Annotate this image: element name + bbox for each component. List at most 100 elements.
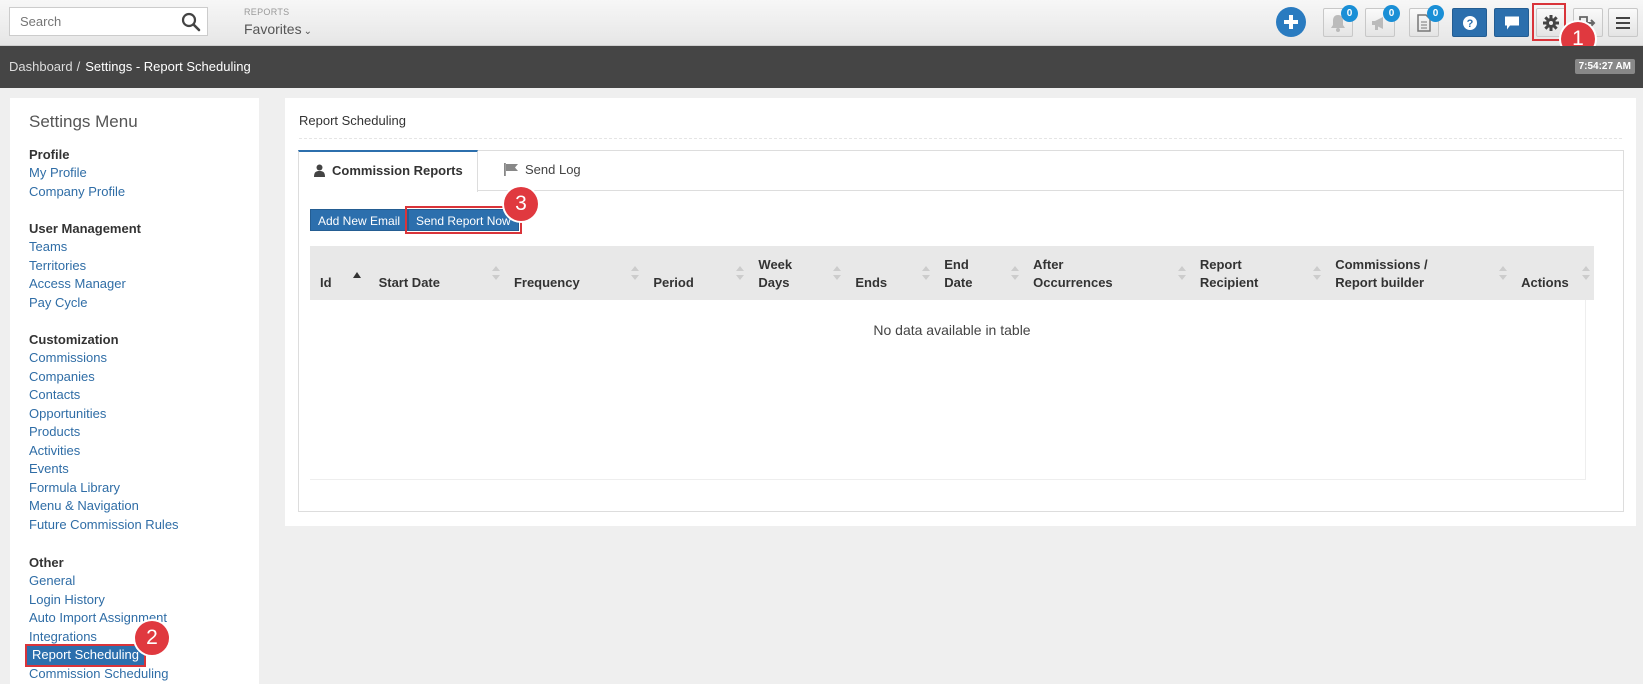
sidebar-item-teams[interactable]: Teams [29, 238, 141, 257]
sort-icon [1499, 266, 1508, 280]
sidebar-group-title: Profile [29, 147, 70, 162]
sidebar-group-title: User Management [29, 221, 141, 236]
sidebar-group-user-management: User Management Teams Territories Access… [29, 220, 141, 312]
sidebar-item-report-scheduling[interactable]: Report Scheduling [25, 644, 146, 667]
menu-button[interactable] [1608, 8, 1638, 37]
search-input[interactable] [10, 8, 175, 35]
table-row-empty: No data available in table [310, 300, 1594, 360]
column-header-frequency[interactable]: Frequency [503, 246, 644, 300]
sort-icon [833, 266, 842, 280]
column-header-period[interactable]: Period [643, 246, 749, 300]
documents-badge: 0 [1427, 5, 1444, 22]
column-header-ends[interactable]: Ends [845, 246, 935, 300]
chevron-down-icon: ⌄ [303, 26, 312, 37]
sort-icon [1313, 266, 1322, 280]
tab-send-log[interactable]: Send Log [489, 150, 581, 191]
flag-icon [504, 163, 518, 176]
sidebar-item-events[interactable]: Events [29, 460, 179, 479]
empty-table-message: No data available in table [873, 322, 1031, 338]
sidebar-item-commissions[interactable]: Commissions [29, 349, 179, 368]
settings-sidebar: Settings Menu Profile My Profile Company… [10, 98, 259, 684]
breadcrumb-dashboard[interactable]: Dashboard [9, 59, 73, 74]
sort-icon [736, 266, 745, 280]
send-report-now-button[interactable]: Send Report Now [405, 206, 522, 234]
sidebar-item-formula-library[interactable]: Formula Library [29, 479, 179, 498]
tab-commission-reports[interactable]: Commission Reports [298, 150, 478, 192]
sidebar-group-title: Other [29, 555, 64, 570]
reports-label: REPORTS [244, 7, 290, 17]
sort-icon [1011, 266, 1020, 280]
svg-text:?: ? [1466, 18, 1473, 30]
page-title: Report Scheduling [299, 113, 406, 128]
table-header-row: Id Start Date Frequency Period Week Days … [310, 246, 1594, 300]
sidebar-item-company-profile[interactable]: Company Profile [29, 183, 125, 202]
sidebar-group-other: Other General Login History Auto Import … [25, 554, 168, 684]
sort-icon [491, 266, 500, 280]
search-icon[interactable] [181, 12, 201, 32]
announcements-badge: 0 [1383, 5, 1400, 22]
sidebar-item-access-manager[interactable]: Access Manager [29, 275, 141, 294]
sidebar-group-title: Customization [29, 332, 119, 347]
sidebar-item-pay-cycle[interactable]: Pay Cycle [29, 294, 141, 313]
sidebar-group-customization: Customization Commissions Companies Cont… [29, 331, 179, 534]
sort-asc-icon [352, 272, 361, 278]
tab-label: Send Log [525, 162, 581, 177]
sidebar-group-profile: Profile My Profile Company Profile [29, 146, 125, 201]
title-divider [299, 138, 1622, 139]
hamburger-icon [1616, 16, 1630, 29]
callout-badge-2: 2 [135, 621, 169, 655]
announcements-button[interactable]: 0 [1365, 5, 1400, 37]
sidebar-item-login-history[interactable]: Login History [29, 591, 168, 610]
column-header-week-days[interactable]: Week Days [748, 246, 846, 300]
notifications-badge: 0 [1341, 5, 1358, 22]
sidebar-item-territories[interactable]: Territories [29, 257, 141, 276]
sidebar-item-activities[interactable]: Activities [29, 442, 179, 461]
column-header-actions[interactable]: Actions [1511, 246, 1594, 300]
add-new-email-button[interactable]: Add New Email [310, 209, 409, 231]
plus-icon [1284, 15, 1298, 29]
sort-icon [922, 266, 931, 280]
sidebar-item-my-profile[interactable]: My Profile [29, 164, 125, 183]
tab-panel: Commission Reports Send Log Add New Emai… [298, 150, 1624, 512]
chat-icon [1504, 16, 1519, 29]
column-header-report-recipient[interactable]: Report Recipient [1189, 246, 1326, 300]
sort-icon [1582, 266, 1590, 280]
sort-icon [631, 266, 640, 280]
breadcrumb-bar: Dashboard / Settings - Report Scheduling 7… [0, 46, 1643, 88]
favorites-dropdown[interactable]: Favorites ⌄ [244, 21, 312, 37]
user-icon [314, 164, 325, 177]
sidebar-item-products[interactable]: Products [29, 423, 179, 442]
column-header-commissions-report-builder[interactable]: Commissions / Report builder [1325, 246, 1512, 300]
breadcrumb-current: Settings - Report Scheduling [85, 59, 251, 74]
sidebar-item-future-commission-rules[interactable]: Future Commission Rules [29, 516, 179, 535]
favorites-label: Favorites [244, 21, 302, 37]
sidebar-title: Settings Menu [29, 112, 138, 131]
tab-bar: Commission Reports Send Log [298, 150, 1623, 192]
sidebar-item-commission-scheduling[interactable]: Commission Scheduling [29, 665, 168, 684]
top-bar: REPORTS Favorites⌄ 0 0 0 ? [0, 0, 1643, 46]
sidebar-item-general[interactable]: General [29, 572, 168, 591]
sidebar-item-companies[interactable]: Companies [29, 368, 179, 387]
sidebar-item-menu-navigation[interactable]: Menu & Navigation [29, 497, 179, 516]
column-header-after-occurrences[interactable]: After Occurrences [1023, 246, 1190, 300]
breadcrumb: Dashboard / Settings - Report Scheduling [9, 59, 251, 74]
callout-badge-3: 3 [504, 187, 538, 221]
breadcrumb-separator: / [76, 59, 81, 74]
help-button[interactable]: ? [1452, 8, 1487, 37]
add-new-button[interactable] [1276, 7, 1306, 37]
sidebar-item-opportunities[interactable]: Opportunities [29, 405, 179, 424]
documents-button[interactable]: 0 [1409, 5, 1444, 37]
help-icon: ? [1462, 15, 1477, 30]
schedule-table: Id Start Date Frequency Period Week Days … [310, 246, 1594, 360]
sidebar-item-contacts[interactable]: Contacts [29, 386, 179, 405]
column-header-start-date[interactable]: Start Date [368, 246, 504, 300]
clock-badge: 7:54:27 AM [1574, 59, 1635, 74]
main-panel: Report Scheduling Commission Reports Sen… [285, 98, 1636, 526]
tab-label: Commission Reports [332, 163, 463, 178]
column-header-end-date[interactable]: End Date [934, 246, 1024, 300]
chat-button[interactable] [1494, 8, 1529, 37]
notifications-button[interactable]: 0 [1323, 5, 1358, 37]
sort-icon [1177, 266, 1186, 280]
search-box [9, 7, 208, 36]
column-header-id[interactable]: Id [310, 246, 369, 300]
